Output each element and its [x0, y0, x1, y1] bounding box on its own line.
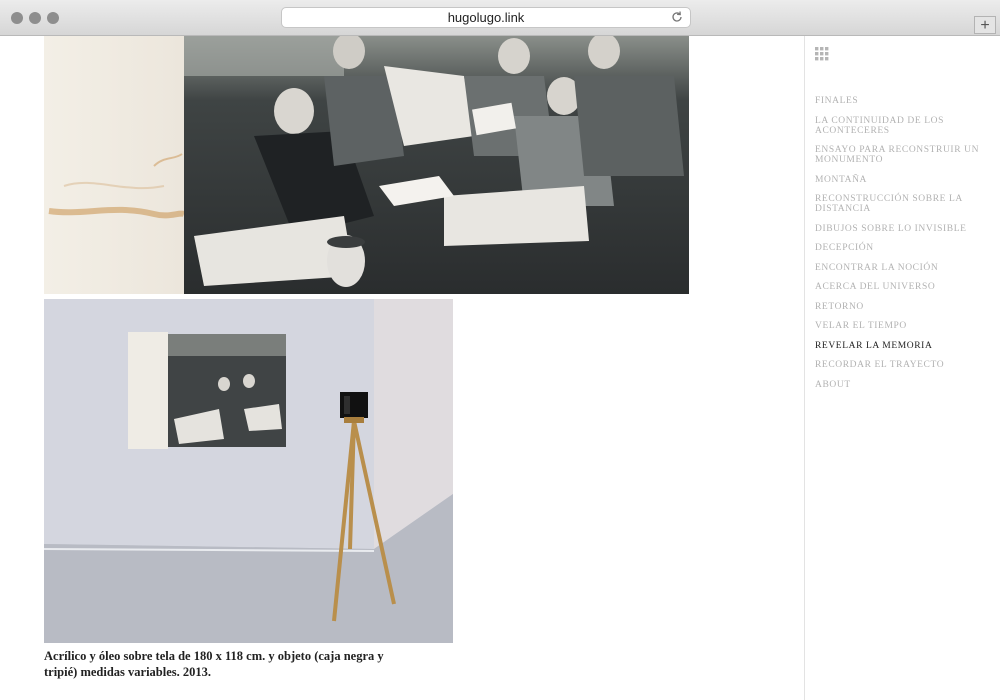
- url-text: hugolugo.link: [447, 10, 525, 25]
- nav-item-revelar[interactable]: REVELAR LA MEMORIA: [815, 341, 995, 351]
- nav-item-dibujos[interactable]: DIBUJOS SOBRE LO INVISIBLE: [815, 224, 995, 234]
- nav-item-about[interactable]: ABOUT: [815, 380, 995, 390]
- close-window-button[interactable]: [11, 12, 23, 24]
- artwork-caption: Acrílico y óleo sobre tela de 180 x 118 …: [44, 649, 384, 679]
- painting-image: [44, 36, 689, 294]
- nav-item-retorno[interactable]: RETORNO: [815, 302, 995, 312]
- minimize-window-button[interactable]: [29, 12, 41, 24]
- nav-item-velar[interactable]: VELAR EL TIEMPO: [815, 321, 995, 331]
- nav-item-reconstruccion[interactable]: RECONSTRUCCIÓN SOBRE LA DISTANCIA: [815, 194, 995, 214]
- nav-item-acerca[interactable]: ACERCA DEL UNIVERSO: [815, 282, 995, 292]
- main-content: Acrílico y óleo sobre tela de 180 x 118 …: [0, 36, 804, 700]
- grid-menu-icon[interactable]: [815, 47, 829, 61]
- project-nav: FINALES LA CONTINUIDAD DE LOS ACONTECERE…: [815, 96, 995, 399]
- sidebar: FINALES LA CONTINUIDAD DE LOS ACONTECERE…: [804, 36, 1000, 700]
- nav-item-la-continuidad[interactable]: LA CONTINUIDAD DE LOS ACONTECERES: [815, 116, 995, 136]
- nav-item-decepcion[interactable]: DECEPCIÓN: [815, 243, 995, 253]
- reload-icon[interactable]: [670, 10, 684, 24]
- nav-item-ensayo[interactable]: ENSAYO PARA RECONSTRUIR UN MONUMENTO: [815, 145, 995, 165]
- browser-titlebar: hugolugo.link +: [0, 0, 1000, 36]
- zoom-window-button[interactable]: [47, 12, 59, 24]
- nav-item-encontrar[interactable]: ENCONTRAR LA NOCIÓN: [815, 263, 995, 273]
- nav-item-finales[interactable]: FINALES: [815, 96, 995, 106]
- nav-item-montana[interactable]: MONTAÑA: [815, 175, 995, 185]
- nav-item-recordar[interactable]: RECORDAR EL TRAYECTO: [815, 360, 995, 370]
- new-tab-button[interactable]: +: [974, 16, 996, 34]
- installation-photo: [44, 299, 453, 643]
- address-bar[interactable]: hugolugo.link: [281, 7, 691, 28]
